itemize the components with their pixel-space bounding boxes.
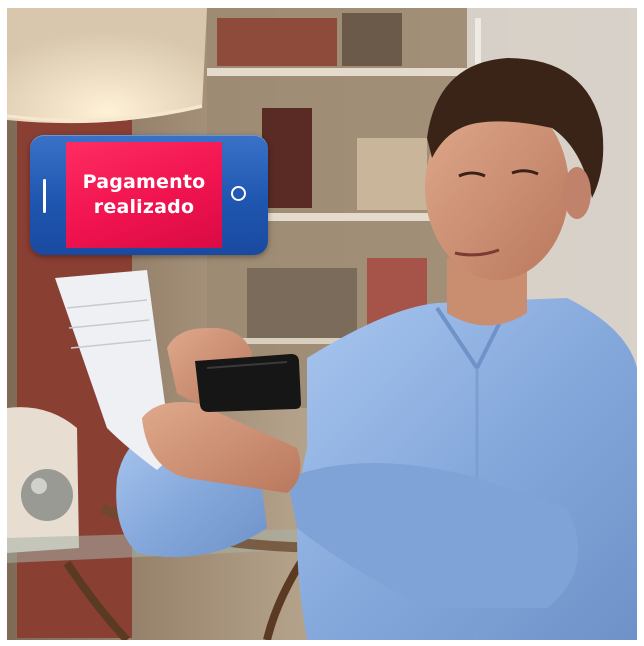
phone-screen: Pagamento realizado [66,142,222,248]
photo-frame: Pagamento realizado [7,8,637,640]
scene-photo [7,8,637,640]
payment-message-line1: Pagamento [82,171,206,193]
payment-message: Pagamento realizado [74,170,214,220]
payment-phone-overlay: Pagamento realizado [30,135,268,255]
lamp-shade [7,8,207,124]
side-button-icon [43,179,46,213]
decor-sphere [21,469,73,521]
payment-message-line2: realizado [93,196,195,218]
home-button-icon [231,186,246,201]
